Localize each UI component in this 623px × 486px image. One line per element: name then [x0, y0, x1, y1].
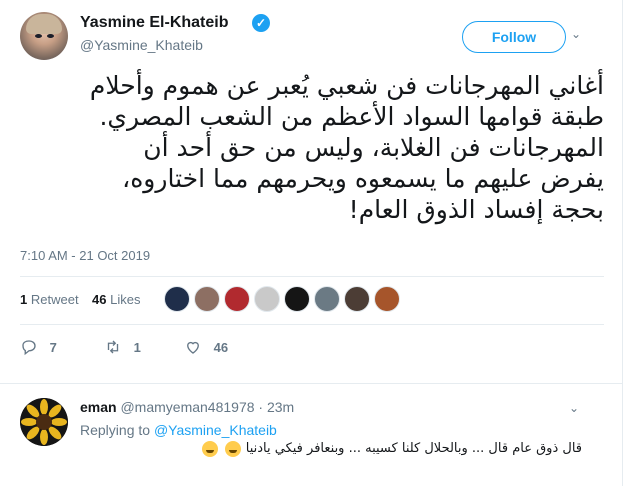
- reply-separator: ·: [258, 399, 264, 415]
- tweet-stats: 1 Retweet 46 Likes: [20, 286, 610, 316]
- tears-of-joy-emoji-icon: [224, 440, 241, 457]
- retweet-stat[interactable]: 1 Retweet: [20, 292, 79, 307]
- tweet-text-line: طبقة قوامها السواد الأعظم من الشعب المصر…: [99, 102, 604, 131]
- author-name[interactable]: Yasmine El-Khateib: [80, 14, 229, 32]
- like-count: 46: [213, 339, 229, 355]
- tweet-text-line: يفرض عليهم ما يسمعوه ويحرمهم مما اختاروه…: [122, 164, 604, 193]
- like-stat-label: Likes: [110, 292, 141, 307]
- like-button[interactable]: 46: [184, 338, 228, 362]
- tweet-timestamp[interactable]: 7:10 AM - 21 Oct 2019: [20, 248, 150, 263]
- reply-time[interactable]: 23m: [267, 399, 294, 415]
- reply-author-handle[interactable]: @mamyeman481978: [120, 399, 254, 415]
- retweet-stat-label: Retweet: [30, 292, 79, 307]
- avatar-hair: [26, 14, 62, 34]
- tweet-text-line: المهرجانات فن الغلابة، وليس من حق أحد أن: [143, 133, 604, 162]
- reply-author-line: eman @mamyeman481978 · 23m: [80, 399, 294, 415]
- verified-badge-icon: ✓: [252, 14, 270, 32]
- reply-text: قال ذوق عام قال ... وبالحلال كلنا كسيبه …: [190, 440, 582, 458]
- reply-button[interactable]: 7: [20, 338, 57, 362]
- heart-icon: [187, 341, 199, 354]
- liker-avatar[interactable]: [194, 286, 220, 312]
- tweet-header: Yasmine El-Khateib ✓ @Yasmine_Khateib Fo…: [20, 12, 610, 60]
- reply-icon: [22, 340, 36, 356]
- reply-tweet[interactable]: eman @mamyeman481978 · 23m ⌄ Replying to…: [0, 384, 622, 486]
- like-stat-count: 46: [92, 292, 107, 307]
- reply-author-name[interactable]: eman: [80, 399, 117, 415]
- winking-tongue-emoji-icon: [202, 440, 219, 457]
- tweet-text-line: أغاني المهرجانات فن شعبي يُعبر عن هموم و…: [89, 71, 604, 100]
- retweet-button[interactable]: 1: [104, 338, 141, 362]
- retweet-icon: [107, 340, 119, 354]
- divider: [20, 276, 604, 277]
- avatar-eye: [47, 34, 54, 38]
- replying-prefix: Replying to: [80, 422, 151, 438]
- divider: [20, 324, 604, 325]
- liker-avatar[interactable]: [284, 286, 310, 312]
- reply-author-avatar[interactable]: [20, 398, 68, 446]
- avatar-eye: [35, 34, 42, 38]
- sunflower-icon: [20, 398, 68, 446]
- author-handle[interactable]: @Yasmine_Khateib: [80, 37, 203, 53]
- replying-to: Replying to @Yasmine_Khateib: [80, 422, 277, 438]
- liker-avatar[interactable]: [314, 286, 340, 312]
- reply-text-body: قال ذوق عام قال ... وبالحلال كلنا كسيبه …: [245, 441, 582, 456]
- follow-button[interactable]: Follow: [462, 21, 566, 53]
- tweet-text-line: بحجة إفساد الذوق العام!: [348, 195, 604, 224]
- author-avatar[interactable]: [20, 12, 68, 60]
- liker-avatar[interactable]: [224, 286, 250, 312]
- liker-avatar[interactable]: [164, 286, 190, 312]
- like-stat[interactable]: 46 Likes: [92, 292, 140, 307]
- chevron-down-icon[interactable]: ⌄: [568, 26, 584, 42]
- liker-avatar[interactable]: [374, 286, 400, 312]
- replying-to-link[interactable]: @Yasmine_Khateib: [154, 422, 277, 438]
- reply-count: 7: [49, 339, 57, 355]
- tweet-actions: 7 1 46: [20, 338, 610, 362]
- tweet-text: أغاني المهرجانات فن شعبي يُعبر عن هموم و…: [20, 70, 604, 225]
- retweet-count: 1: [133, 339, 141, 355]
- liker-avatar[interactable]: [344, 286, 370, 312]
- liker-avatar[interactable]: [254, 286, 280, 312]
- retweet-stat-count: 1: [20, 292, 28, 307]
- chevron-down-icon[interactable]: ⌄: [566, 400, 582, 416]
